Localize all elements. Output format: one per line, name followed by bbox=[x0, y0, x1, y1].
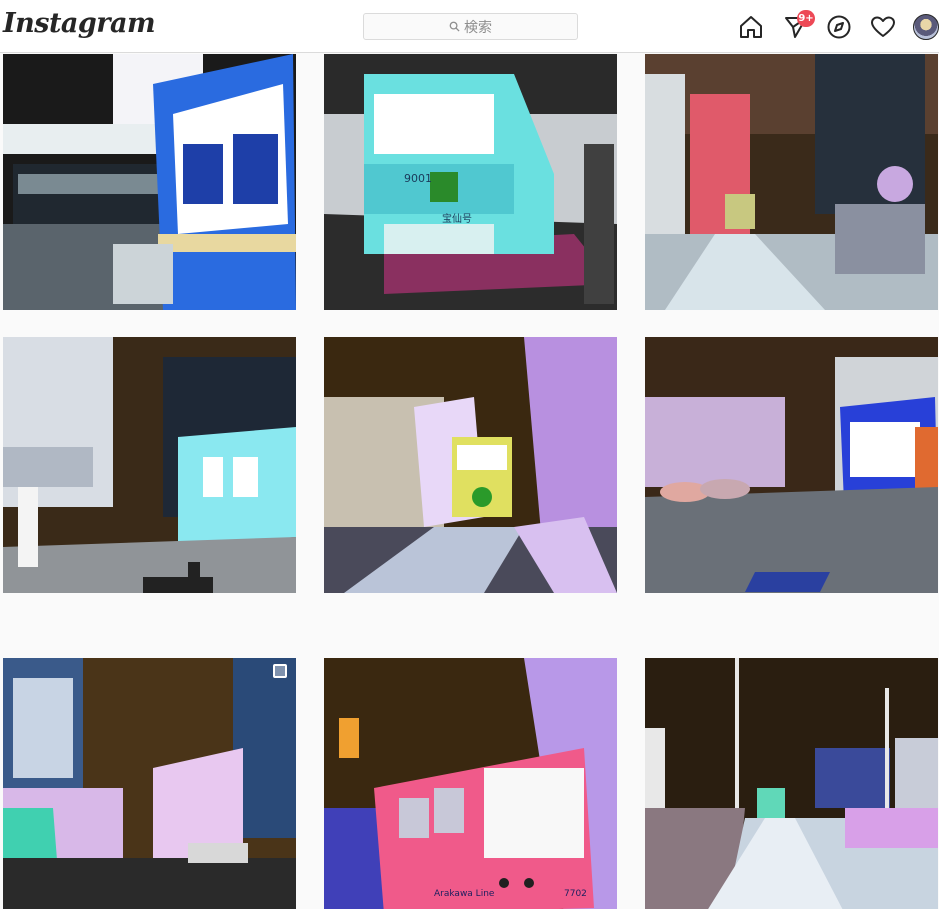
explore-compass-icon[interactable] bbox=[826, 14, 852, 40]
instagram-logo[interactable]: Instagram bbox=[3, 8, 156, 39]
tram-photo bbox=[645, 337, 938, 593]
home-icon[interactable] bbox=[738, 14, 764, 40]
tram-sign: 宝仙号 bbox=[442, 212, 472, 225]
activity-heart-icon[interactable] bbox=[870, 14, 896, 40]
post-thumbnail[interactable] bbox=[324, 337, 617, 593]
tram-photo bbox=[3, 658, 296, 909]
multiple-photos-icon bbox=[273, 664, 287, 678]
post-grid: 9001 宝仙号 Arakawa Line 7702 bbox=[0, 53, 939, 909]
post-thumbnail[interactable]: 9001 宝仙号 bbox=[324, 54, 617, 310]
post-thumbnail[interactable] bbox=[645, 658, 938, 909]
top-navigation-bar: Instagram 検索 9+ bbox=[0, 0, 939, 53]
tram-photo bbox=[3, 54, 296, 310]
search-icon bbox=[449, 21, 460, 32]
post-thumbnail[interactable] bbox=[645, 337, 938, 593]
post-thumbnail[interactable] bbox=[3, 337, 296, 593]
post-thumbnail[interactable] bbox=[645, 54, 938, 310]
tram-number: 7702 bbox=[564, 889, 587, 899]
tram-photo bbox=[645, 54, 938, 310]
tram-sign: Arakawa Line bbox=[434, 889, 495, 899]
post-thumbnail[interactable]: Arakawa Line 7702 bbox=[324, 658, 617, 909]
tram-photo bbox=[324, 337, 617, 593]
tram-photo bbox=[3, 337, 296, 593]
tram-photo: Arakawa Line 7702 bbox=[324, 658, 617, 909]
post-thumbnail[interactable] bbox=[3, 54, 296, 310]
notification-badge: 9+ bbox=[797, 10, 815, 27]
tram-photo bbox=[645, 658, 938, 909]
post-thumbnail[interactable] bbox=[3, 658, 296, 909]
profile-avatar[interactable] bbox=[913, 14, 939, 40]
tram-number: 9001 bbox=[404, 172, 432, 185]
search-placeholder: 検索 bbox=[464, 19, 492, 36]
search-input[interactable]: 検索 bbox=[363, 13, 578, 40]
tram-photo: 9001 宝仙号 bbox=[324, 54, 617, 310]
